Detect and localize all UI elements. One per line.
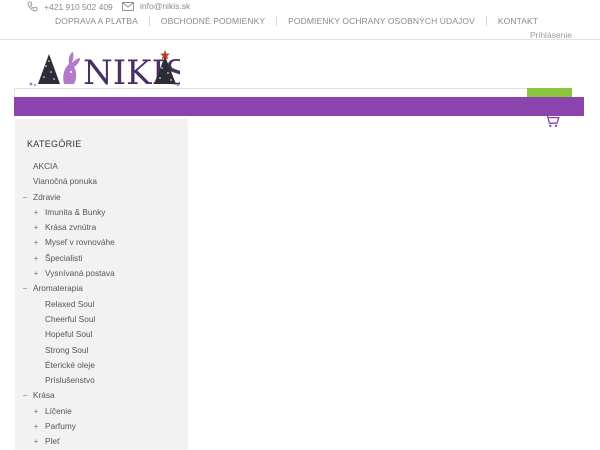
category-label: Pleť	[45, 436, 61, 447]
category-list: AKCIA Vianočná ponuka − Zdravie + Imunita & B…	[15, 159, 188, 450]
expand-icon[interactable]: +	[31, 266, 41, 281]
category-label: Príslušenstvo	[45, 375, 95, 386]
phone-number: +421 910 502 409	[44, 1, 113, 12]
category-item[interactable]: + Líčenie	[15, 404, 188, 419]
category-label: Krása zvnútra	[45, 222, 97, 233]
phone-icon	[27, 1, 38, 12]
login-link[interactable]: Prihlásenie	[530, 30, 572, 40]
nav-divider	[148, 16, 150, 26]
category-item[interactable]: Relaxed Soul	[15, 297, 188, 312]
category-label: Vysnívaná postava	[45, 268, 115, 279]
email-contact[interactable]: info@nikis.sk	[122, 1, 190, 11]
category-label: Strong Soul	[45, 344, 89, 355]
category-item[interactable]: − Zdravie	[15, 190, 188, 205]
category-item[interactable]: + Špecialisti	[15, 251, 188, 266]
expand-icon[interactable]: +	[31, 235, 41, 250]
category-item[interactable]: Vianočná ponuka	[15, 174, 188, 189]
category-label: Krása	[33, 390, 55, 401]
category-item[interactable]: + Myseľ v rovnováhe	[15, 235, 188, 250]
category-item[interactable]: + Vysnívaná postava	[15, 266, 188, 281]
category-label: Líčenie	[45, 405, 72, 416]
sidebar-title: KATEGÓRIE	[27, 139, 82, 149]
phone-contact[interactable]: +421 910 502 409	[27, 1, 113, 12]
category-item[interactable]: + Krása zvnútra	[15, 220, 188, 235]
mail-icon	[122, 1, 134, 11]
category-label: Myseľ v rovnováhe	[45, 237, 115, 248]
category-item[interactable]: Príslušenstvo	[15, 373, 188, 388]
email-address: info@nikis.sk	[140, 1, 191, 11]
main-menu-bar	[14, 97, 584, 116]
expand-icon[interactable]: +	[31, 220, 41, 235]
nikis-logo[interactable]: NIKIS	[28, 48, 180, 90]
nav-privacy[interactable]: PODMIENKY OCHRANY OSOBNÝCH ÚDAJOV	[288, 16, 475, 26]
category-item[interactable]: − Aromaterapia	[15, 281, 188, 296]
category-label: Špecialisti	[45, 252, 83, 263]
nav-shipping-payment[interactable]: DOPRAVA A PLATBA	[55, 16, 138, 26]
category-item[interactable]: + Pleť	[15, 434, 188, 449]
category-label: Hopeful Soul	[45, 329, 93, 340]
collapse-icon[interactable]: −	[20, 190, 30, 205]
category-item[interactable]: − Krása	[15, 388, 188, 403]
expand-icon[interactable]: +	[31, 404, 41, 419]
expand-icon[interactable]: +	[31, 434, 41, 449]
category-label: Imunita & Bunky	[45, 206, 106, 217]
nav-contact[interactable]: KONTAKT	[498, 16, 538, 26]
expand-icon[interactable]: +	[31, 251, 41, 266]
category-item[interactable]: AKCIA	[15, 159, 188, 174]
collapse-icon[interactable]: −	[20, 281, 30, 296]
categories-sidebar: KATEGÓRIE AKCIA Vianočná ponuka − Zdravie + I…	[15, 119, 188, 450]
expand-icon[interactable]: +	[31, 205, 41, 220]
category-label: Zdravie	[33, 191, 61, 202]
category-label: AKCIA	[33, 161, 58, 171]
cart-icon[interactable]	[544, 114, 560, 128]
category-item[interactable]: Éterické oleje	[15, 358, 188, 373]
category-item[interactable]: + Parfumy	[15, 419, 188, 434]
category-label: Relaxed Soul	[45, 298, 95, 309]
category-item[interactable]: Cheerful Soul	[15, 312, 188, 327]
nav-divider	[276, 16, 278, 26]
collapse-icon[interactable]: −	[20, 388, 30, 403]
category-item[interactable]: + Imunita & Bunky	[15, 205, 188, 220]
category-item[interactable]: Strong Soul	[15, 343, 188, 358]
category-label: Cheerful Soul	[45, 313, 96, 324]
top-nav: DOPRAVA A PLATBA OBCHODNÉ PODMIENKY PODM…	[55, 16, 538, 26]
category-label: Éterické oleje	[45, 359, 95, 370]
category-label: Vianočná ponuka	[33, 176, 97, 187]
top-bar: +421 910 502 409 info@nikis.sk DOPRAVA A…	[0, 0, 600, 40]
nav-divider	[485, 16, 487, 26]
category-label: Aromaterapia	[33, 283, 83, 294]
nav-terms[interactable]: OBCHODNÉ PODMIENKY	[161, 16, 265, 26]
expand-icon[interactable]: +	[31, 419, 41, 434]
category-item[interactable]: Hopeful Soul	[15, 327, 188, 342]
category-label: Parfumy	[45, 421, 76, 432]
